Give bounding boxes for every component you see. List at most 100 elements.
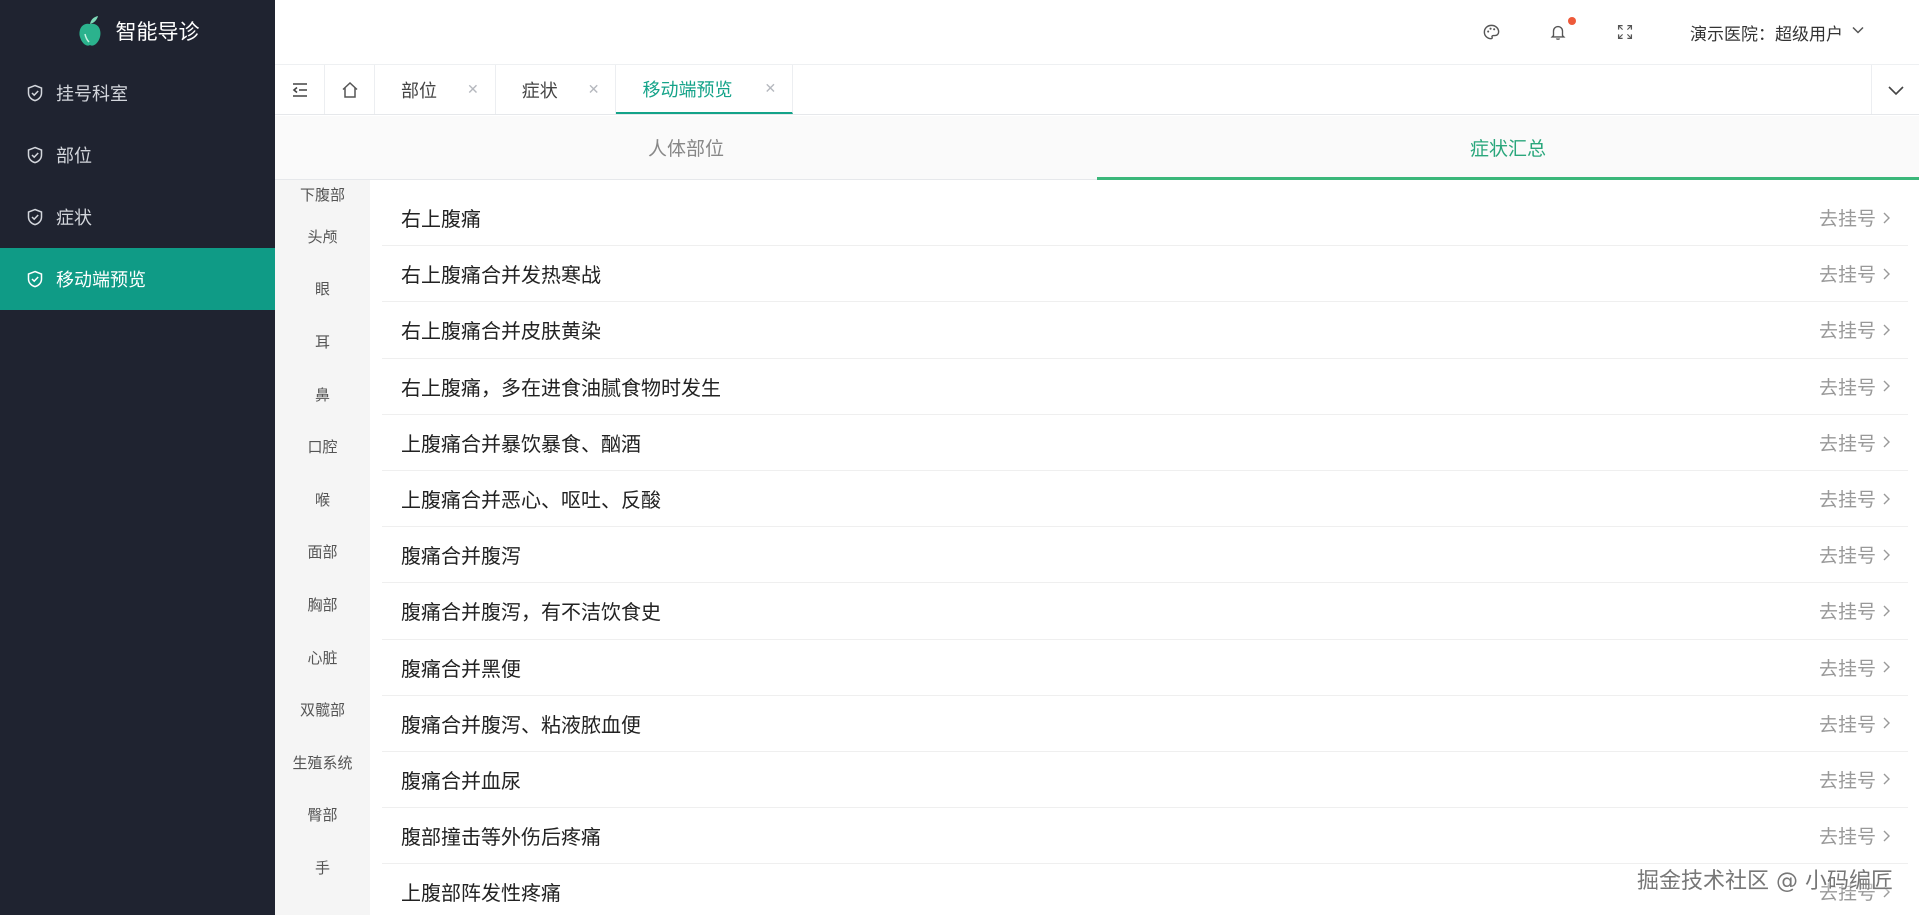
register-label: 去挂号 bbox=[1818, 657, 1876, 680]
category-item[interactable]: 口腔 bbox=[275, 420, 370, 473]
chevron-right-icon bbox=[1883, 773, 1890, 785]
tabs-bar: 部位 ✕ 症状 ✕ 移动端预览 ✕ bbox=[275, 64, 1919, 115]
register-label: 去挂号 bbox=[1818, 376, 1876, 399]
menu-fold-icon bbox=[292, 82, 307, 97]
register-label: 去挂号 bbox=[1818, 769, 1876, 792]
sidebar-item-departments[interactable]: 挂号科室 bbox=[0, 62, 275, 124]
register-link[interactable]: 去挂号 bbox=[1819, 373, 1892, 400]
segment-symptom-summary[interactable]: 症状汇总 bbox=[1097, 116, 1919, 180]
brand-logo[interactable]: 智能导诊 bbox=[0, 0, 275, 62]
tab-body-parts[interactable]: 部位 ✕ bbox=[375, 65, 496, 114]
sidebar-item-label: 挂号科室 bbox=[56, 84, 128, 105]
watermark: 掘金技术社区 @ 小码编匠 bbox=[1637, 869, 1893, 894]
chevron-right-icon bbox=[1883, 549, 1890, 561]
category-item[interactable]: 心脏 bbox=[275, 631, 370, 684]
category-item[interactable]: 鼻 bbox=[275, 368, 370, 421]
close-icon[interactable]: ✕ bbox=[467, 82, 479, 98]
tab-mobile-preview[interactable]: 移动端预览 ✕ bbox=[616, 65, 794, 114]
symptom-name: 腹痛合并腹泻，有不洁饮食史 bbox=[401, 600, 661, 625]
segment-body-parts[interactable]: 人体部位 bbox=[275, 116, 1097, 179]
symptom-name: 腹部撞击等外伤后疼痛 bbox=[401, 825, 601, 850]
category-item[interactable]: 面部 bbox=[275, 526, 370, 579]
chevron-right-icon bbox=[1883, 324, 1890, 336]
register-link[interactable]: 去挂号 bbox=[1819, 766, 1892, 793]
sidebar-item-label: 部位 bbox=[56, 146, 92, 167]
register-link[interactable]: 去挂号 bbox=[1819, 429, 1892, 456]
tab-label: 部位 bbox=[401, 80, 437, 102]
close-icon[interactable]: ✕ bbox=[764, 81, 776, 97]
tabs-dropdown-button[interactable] bbox=[1871, 65, 1919, 114]
symptom-row[interactable]: 上腹痛合并暴饮暴食、酗酒 去挂号 bbox=[382, 415, 1908, 471]
register-link[interactable]: 去挂号 bbox=[1819, 204, 1892, 231]
category-item[interactable]: 胸部 bbox=[275, 578, 370, 631]
register-label: 去挂号 bbox=[1818, 320, 1876, 343]
register-link[interactable]: 去挂号 bbox=[1819, 710, 1892, 737]
chevron-right-icon bbox=[1883, 436, 1890, 448]
sidebar-item-symptoms[interactable]: 症状 bbox=[0, 186, 275, 248]
register-link[interactable]: 去挂号 bbox=[1819, 541, 1892, 568]
register-label: 去挂号 bbox=[1818, 713, 1876, 736]
category-item[interactable]: 耳 bbox=[275, 315, 370, 368]
fullscreen-icon[interactable] bbox=[1614, 21, 1636, 43]
category-item[interactable]: 手 bbox=[275, 841, 370, 894]
symptom-row[interactable]: 腹痛合并腹泻，有不洁饮食史 去挂号 bbox=[382, 583, 1908, 640]
chevron-right-icon bbox=[1883, 661, 1890, 673]
sidebar-item-body-parts[interactable]: 部位 bbox=[0, 124, 275, 186]
category-item[interactable]: 喉 bbox=[275, 473, 370, 526]
symptom-row[interactable]: 腹痛合并血尿 去挂号 bbox=[382, 752, 1908, 809]
chevron-down-icon bbox=[1887, 85, 1904, 95]
shield-check-icon bbox=[26, 84, 44, 102]
symptom-name: 腹痛合并腹泻 bbox=[401, 544, 521, 569]
chevron-right-icon bbox=[1883, 380, 1890, 392]
register-label: 去挂号 bbox=[1818, 432, 1876, 455]
bell-icon[interactable] bbox=[1547, 17, 1576, 43]
symptom-row[interactable]: 右上腹痛，多在进食油腻食物时发生 去挂号 bbox=[382, 359, 1908, 415]
register-link[interactable]: 去挂号 bbox=[1819, 485, 1892, 512]
sidebar-item-label: 移动端预览 bbox=[56, 270, 146, 291]
category-item[interactable]: 头颅 bbox=[275, 210, 370, 263]
chevron-right-icon bbox=[1883, 212, 1890, 224]
home-tab[interactable] bbox=[325, 65, 375, 114]
category-item[interactable]: 生殖系统 bbox=[275, 736, 370, 789]
register-label: 去挂号 bbox=[1818, 489, 1876, 512]
tab-symptoms[interactable]: 症状 ✕ bbox=[496, 65, 617, 114]
register-label: 去挂号 bbox=[1818, 208, 1876, 231]
register-link[interactable]: 去挂号 bbox=[1819, 316, 1892, 343]
symptom-name: 腹痛合并血尿 bbox=[401, 768, 521, 793]
symptom-row[interactable]: 腹痛合并黑便 去挂号 bbox=[382, 640, 1908, 696]
category-item[interactable]: 臀部 bbox=[275, 789, 370, 842]
symptom-row[interactable]: 腹部撞击等外伤后疼痛 去挂号 bbox=[382, 808, 1908, 865]
category-item[interactable]: 双髋部 bbox=[275, 683, 370, 736]
user-label: 演示医院：超级用户 bbox=[1690, 24, 1843, 45]
symptom-name: 右上腹痛，多在进食油腻食物时发生 bbox=[401, 375, 721, 400]
symptom-row[interactable]: 右上腹痛合并皮肤黄染 去挂号 bbox=[382, 302, 1908, 359]
register-link[interactable]: 去挂号 bbox=[1819, 260, 1892, 287]
shield-check-icon bbox=[26, 270, 44, 288]
palette-icon[interactable] bbox=[1480, 21, 1502, 43]
tab-label: 移动端预览 bbox=[642, 79, 733, 101]
user-menu[interactable]: 演示医院：超级用户 bbox=[1690, 20, 1865, 45]
symptom-name: 右上腹痛 bbox=[401, 207, 481, 232]
register-label: 去挂号 bbox=[1818, 601, 1876, 624]
top-header: 演示医院：超级用户 bbox=[275, 0, 1919, 64]
tab-label: 症状 bbox=[521, 80, 558, 102]
symptom-row[interactable]: 右上腹痛 去挂号 bbox=[382, 190, 1908, 247]
symptom-row[interactable]: 上腹痛合并恶心、呕吐、反酸 去挂号 bbox=[382, 471, 1908, 528]
category-item[interactable]: 眼 bbox=[275, 263, 370, 316]
symptom-row[interactable]: 右上腹痛合并发热寒战 去挂号 bbox=[382, 246, 1908, 303]
symptom-row[interactable]: 腹痛合并腹泻 去挂号 bbox=[382, 527, 1908, 584]
register-label: 去挂号 bbox=[1818, 826, 1876, 849]
preview-segment-tabs: 人体部位 症状汇总 bbox=[275, 116, 1919, 180]
register-link[interactable]: 去挂号 bbox=[1819, 654, 1892, 681]
close-icon[interactable]: ✕ bbox=[588, 82, 600, 98]
register-link[interactable]: 去挂号 bbox=[1819, 822, 1892, 849]
collapse-menu-button[interactable] bbox=[275, 65, 325, 114]
symptom-name: 右上腹痛合并发热寒战 bbox=[401, 263, 601, 288]
symptom-row[interactable]: 腹痛合并腹泻、粘液脓血便 去挂号 bbox=[382, 696, 1908, 752]
sidebar: 智能导诊 挂号科室 部位 症状 移动端预览 bbox=[0, 0, 275, 915]
sidebar-item-mobile-preview[interactable]: 移动端预览 bbox=[0, 248, 275, 310]
register-label: 去挂号 bbox=[1818, 545, 1876, 568]
symptom-list: 右上腹痛 去挂号 右上腹痛合并发热寒战 去挂号 右上腹痛合并皮肤黄染 去挂号 右上腹痛，多在… bbox=[382, 190, 1908, 915]
register-link[interactable]: 去挂号 bbox=[1819, 597, 1892, 624]
category-item[interactable]: 下腹部 bbox=[275, 180, 370, 210]
